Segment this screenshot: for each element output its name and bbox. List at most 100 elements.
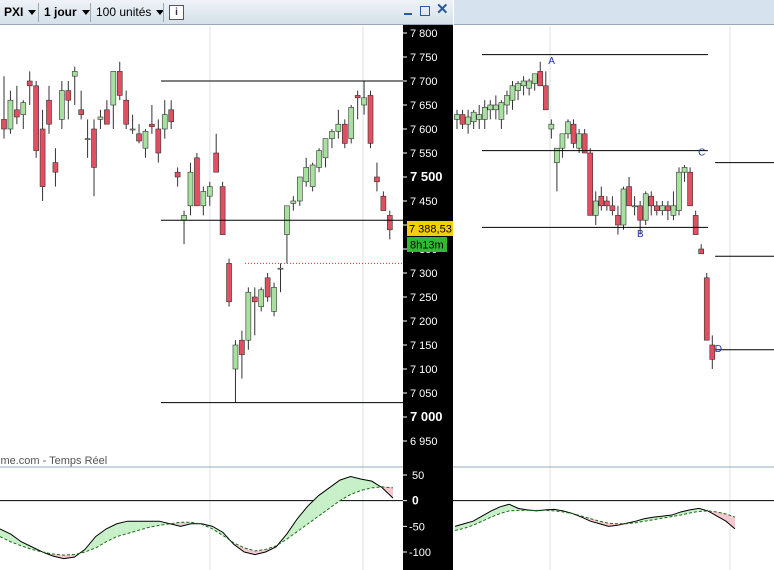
watermark: ime.com - Temps Réel (0, 455, 107, 467)
right-macd-line (454, 503, 736, 530)
left-candle-body (71, 71, 78, 77)
left-candle-body (52, 162, 59, 173)
left-candle-body (239, 339, 245, 355)
right-candle-body (476, 114, 483, 120)
left-candle-body (65, 90, 72, 101)
point-label-B: B (637, 229, 644, 240)
left-candle-body (361, 97, 367, 106)
left-candle-body (20, 102, 27, 115)
right-candle-body (676, 171, 682, 211)
left-candle-body (367, 95, 374, 144)
right-candle-body (598, 195, 605, 207)
left-candle-body (39, 128, 46, 187)
left-candle-body (309, 164, 316, 187)
current-price-label: 7 388,53 (409, 224, 452, 236)
right-candle-body (609, 205, 616, 211)
left-candle-body (264, 277, 271, 298)
right-candle-body (531, 73, 538, 84)
macd-tick-label: 0 (412, 494, 419, 508)
left-candle-body (187, 171, 194, 207)
left-histogram-fill (308, 495, 319, 524)
left-candle-body (194, 157, 200, 207)
left-candle-body (168, 109, 174, 123)
left-candle-body (386, 215, 393, 231)
right-candle-body (592, 200, 599, 216)
right-candle-body (570, 123, 577, 144)
right-candle-body (665, 205, 671, 211)
right-candle-body (698, 248, 705, 255)
left-candle-body (206, 186, 213, 197)
right-candle-body (498, 102, 505, 120)
left-candle-body (277, 267, 284, 270)
left-candle-body (316, 150, 322, 168)
right-candle-body (559, 133, 566, 149)
price-tick-label: 7 550 (410, 148, 438, 160)
left-candle-body (59, 90, 65, 120)
right-candle-body (515, 83, 521, 91)
left-candle-body (161, 114, 168, 130)
left-candle-body (335, 123, 342, 132)
right-candle-body (504, 95, 510, 106)
price-tick-label: 7 600 (410, 124, 438, 136)
macd-tick-label: -100 (409, 547, 431, 559)
right-candle-body (509, 85, 516, 101)
right-candle-body (576, 133, 582, 149)
price-tick-label: 7 100 (410, 364, 438, 376)
price-tick-label: 7 200 (410, 316, 438, 328)
macd-indicator (0, 476, 774, 560)
right-candle-body (537, 71, 544, 87)
left-candle-body (84, 138, 91, 140)
right-candle-body (465, 116, 471, 125)
left-histogram-fill (297, 505, 309, 532)
price-chart: A B C D 7 800 7 750 7 700 7 650 7 600 7 550 7 500… (0, 25, 774, 570)
right-candle-body (659, 205, 666, 211)
right-candle-body (681, 167, 688, 173)
left-candle-body (245, 291, 252, 341)
right-candle-body (604, 200, 610, 207)
left-candle-body (181, 215, 187, 221)
macd-tick-label: 50 (412, 470, 424, 482)
left-candle-body (116, 71, 123, 96)
price-tick-label: 7 450 (410, 196, 438, 208)
left-candle-body (213, 152, 219, 173)
right-candle-body (542, 85, 549, 111)
left-candle-body (251, 296, 258, 303)
price-tick-label: 6 950 (410, 436, 438, 448)
price-tick-label: 7 750 (410, 52, 438, 64)
right-candle-body (620, 188, 627, 226)
left-candle-body (91, 128, 97, 168)
right-candle-body (692, 215, 699, 235)
right-candle-body (565, 121, 571, 135)
left-candle-body (7, 99, 14, 130)
right-candle-body (548, 123, 555, 130)
left-candle-body (78, 109, 84, 115)
price-tick-label: 7 500 (410, 169, 443, 184)
left-candle-body (271, 287, 277, 312)
left-candle-body (296, 176, 303, 202)
left-candle-body (341, 123, 348, 144)
right-candle-body (670, 205, 677, 216)
left-candle-body (155, 128, 162, 154)
point-label-C: C (698, 147, 705, 158)
left-candle-body (219, 186, 226, 235)
right-candle-body (687, 171, 693, 207)
left-candle-body (258, 289, 265, 307)
right-candle-body (648, 195, 655, 207)
left-candle-body (290, 200, 297, 204)
right-histogram-fill (482, 510, 492, 522)
right-candle-body (454, 114, 460, 120)
price-tick-label: 7 000 (410, 409, 443, 424)
point-label-D: D (715, 344, 722, 355)
left-candles (1, 61, 403, 404)
left-candle-body (380, 195, 387, 211)
right-candle-body (487, 104, 494, 111)
right-candle-body (587, 152, 594, 216)
right-candles: A B C D (454, 54, 774, 369)
left-candle-body (46, 99, 52, 125)
left-histogram-fill (0, 528, 11, 542)
left-candle-body (104, 109, 110, 125)
left-candle-body (33, 85, 39, 151)
right-candle-body (637, 205, 643, 221)
left-candle-body (14, 109, 20, 118)
right-candle-body (642, 193, 649, 221)
